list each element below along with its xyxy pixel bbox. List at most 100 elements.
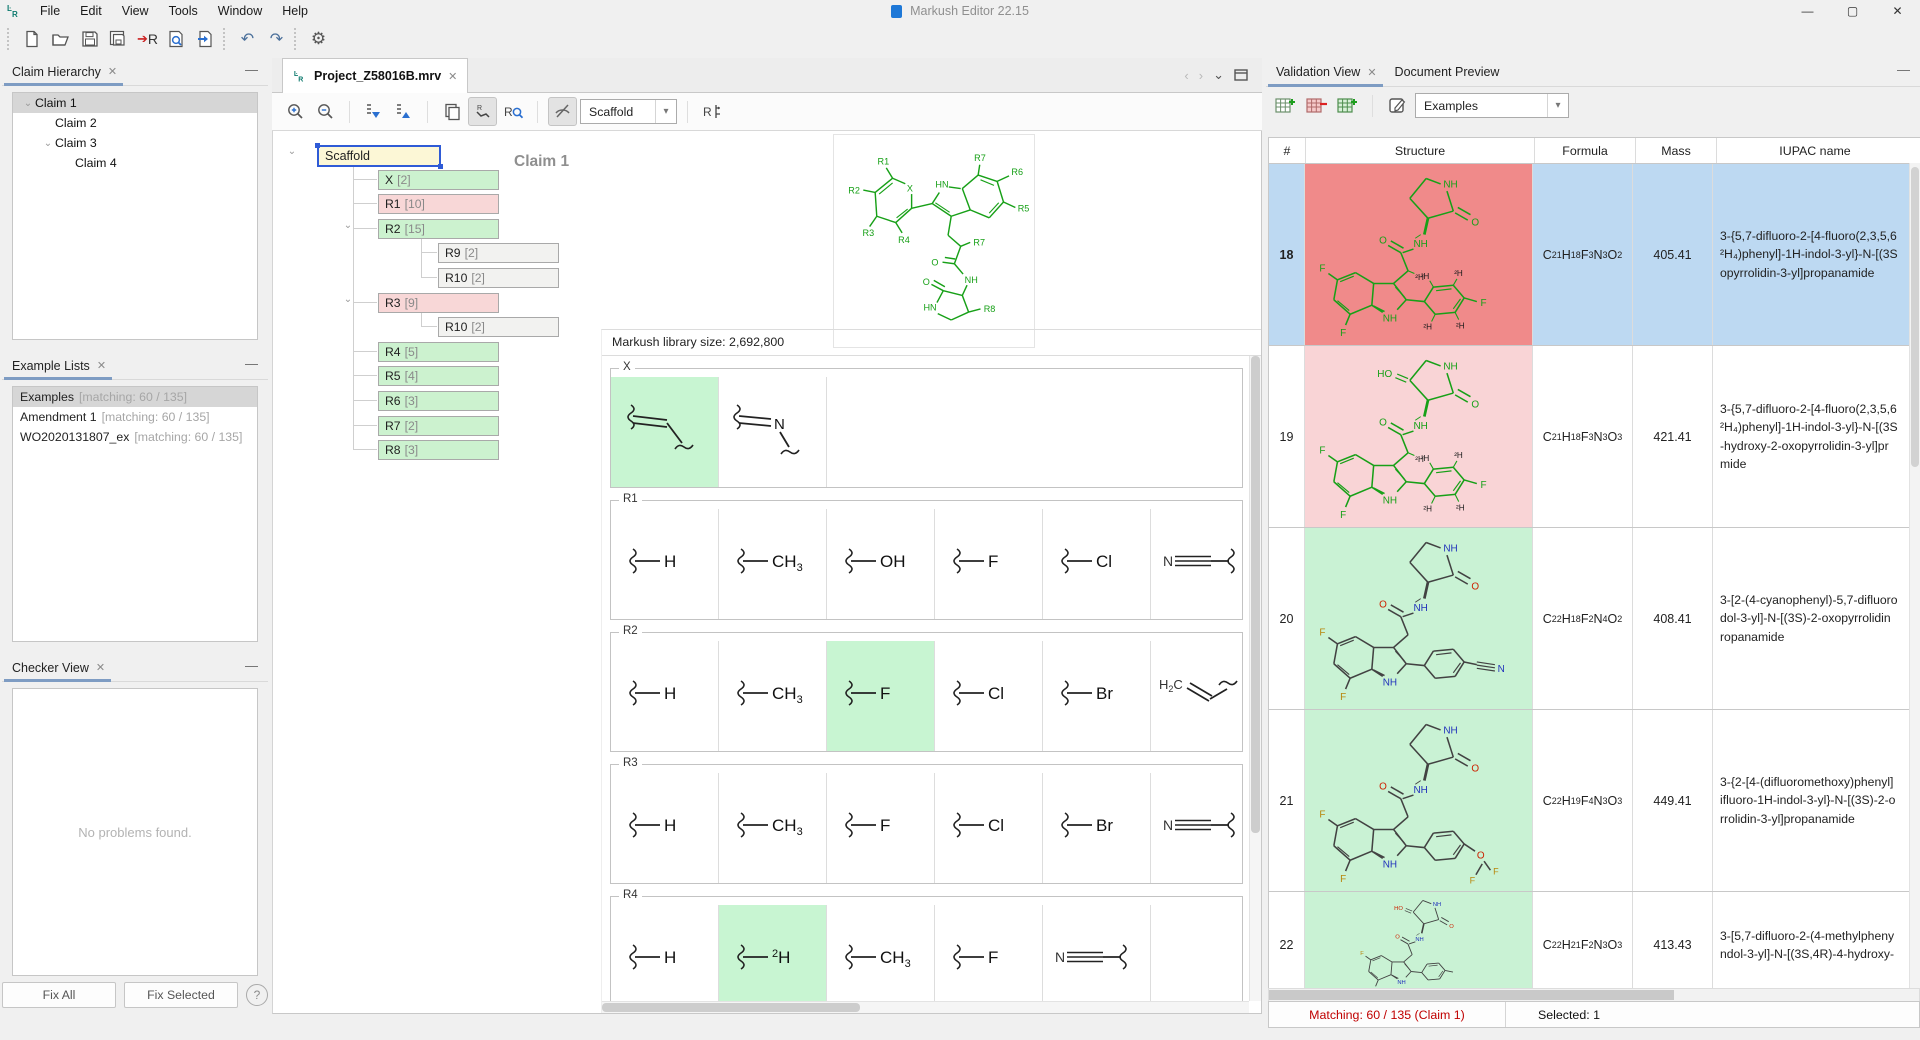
chevron-down-icon[interactable]: ⌄ [341,294,355,305]
help-button[interactable]: ? [246,984,268,1006]
close-icon[interactable]: ✕ [1367,66,1376,79]
rgroup-fragment[interactable]: N [719,377,827,487]
tree-node-r5[interactable]: R5[4] [378,366,499,386]
structure-thumbnail[interactable]: NHOHONHONHFF [1305,892,1533,990]
open-project-button[interactable] [47,26,74,53]
rgroup-fragment[interactable]: F [935,509,1043,619]
panel-minimize-icon[interactable]: — [245,356,258,371]
menu-tools[interactable]: Tools [159,4,208,18]
tab-panel-icon[interactable] [1234,68,1248,82]
collapse-all-button[interactable] [390,98,417,125]
tree-node-scaffold[interactable]: Scaffold [317,145,441,167]
menu-edit[interactable]: Edit [70,4,112,18]
chevron-down-icon[interactable]: ⌄ [285,146,299,157]
close-icon[interactable]: ✕ [108,65,117,78]
tree-node-r4[interactable]: R4[5] [378,342,499,362]
rgroup-fragment[interactable]: Br [1043,641,1151,751]
table-row[interactable]: 19NHOHONHONHFFF²H²H²H²H²HC21H18F3N3O3421… [1269,346,1920,528]
fix-all-button[interactable]: Fix All [2,982,116,1008]
close-icon[interactable]: ✕ [97,359,106,372]
structure-thumbnail[interactable]: NHONHONHFFN [1305,528,1533,709]
settings-gear-icon[interactable]: ⚙ [305,26,332,53]
edit-rgroup-tool-button[interactable]: R [468,97,497,126]
rgroup-fragment[interactable]: N [1151,509,1249,619]
rgroup-fragment[interactable]: Br [1043,773,1151,883]
tab-validation-view[interactable]: Validation View ✕ [1266,58,1385,86]
tree-node-r3[interactable]: R3[9] [378,293,499,313]
rgroup-fragment[interactable]: F [935,905,1043,1001]
scrollbar-thumb[interactable] [1911,167,1919,467]
tree-node-r9[interactable]: R9[2] [438,243,559,263]
scaffold-structure-canvas[interactable]: R1 R2 R3 R4 X HN R7 R6 R5 R7 O NH O HN [833,134,1035,348]
scaffold-selector-combo[interactable]: Scaffold ▾ [580,99,677,124]
chevron-down-icon[interactable]: ▾ [1547,94,1568,117]
import-rgroup-button[interactable]: ➔R [134,26,161,53]
tree-node-r2[interactable]: R2[15] [378,219,499,239]
rgroup-fragment[interactable]: F [827,773,935,883]
table-row[interactable]: 22NHOHONHONHFFC22H21F2N3O3413.433-[5,7-d… [1269,892,1920,990]
chevron-down-icon[interactable]: ⌄ [41,138,55,149]
structure-thumbnail[interactable]: NHOHONHONHFFF²H²H²H²H²H [1305,346,1533,527]
tab-claim-hierarchy[interactable]: Claim Hierarchy ✕ [2,58,125,85]
rgroup-fragment[interactable]: H [611,509,719,619]
col-header-formula[interactable]: Formula [1535,138,1636,163]
rgroup-fragment[interactable]: N [1043,905,1151,1001]
rgroup-fragment[interactable]: Cl [1043,509,1151,619]
new-document-button[interactable] [18,26,45,53]
table-row[interactable]: 20NHONHONHFFNC22H18F2N4O2408.413-[2-(4-c… [1269,528,1920,710]
chevron-down-icon[interactable]: ▾ [655,100,676,123]
tab-list-icon[interactable]: ⌄ [1213,67,1224,83]
panel-minimize-icon[interactable]: — [245,658,258,673]
rgroup-fragment[interactable]: OH [827,509,935,619]
example-list-item[interactable]: Amendment 1[matching: 60 / 135] [13,407,257,427]
export-document-button[interactable] [192,26,219,53]
save-button[interactable] [76,26,103,53]
rgroup-fragment[interactable]: Cl [935,773,1043,883]
scrollbar-thumb[interactable] [1251,356,1260,833]
rgroup-fragment[interactable]: CH3 [719,773,827,883]
save-all-button[interactable] [105,26,132,53]
claim-tree-item[interactable]: ⌄Claim 1 [13,93,257,113]
tree-node-r6[interactable]: R6[3] [378,391,499,411]
prev-tab-icon[interactable]: ‹ [1184,68,1188,83]
col-header-iupac[interactable]: IUPAC name [1717,138,1913,163]
add-structures-button[interactable] [1334,92,1361,119]
undo-button[interactable]: ↶ [234,26,261,53]
menu-window[interactable]: Window [208,4,272,18]
expand-all-button[interactable] [360,98,387,125]
rgroup-fragment[interactable]: CH3 [827,905,935,1001]
example-list-combo[interactable]: Examples ▾ [1415,93,1569,118]
panel-minimize-icon[interactable]: — [245,62,258,77]
next-tab-icon[interactable]: › [1199,68,1203,83]
panel-minimize-icon[interactable]: — [1897,62,1910,77]
rgroup-query-button[interactable]: R [500,98,527,125]
claim-tree-item[interactable]: Claim 4 [13,153,257,173]
rgroup-fragment[interactable]: H2C [1151,641,1249,751]
rgroup-fragment[interactable]: H [611,641,719,751]
rgroup-fragment[interactable]: CH3 [719,641,827,751]
maximize-button[interactable]: ▢ [1830,0,1875,22]
tree-node-r7[interactable]: R7[2] [378,416,499,436]
claim-tree-item[interactable]: Claim 2 [13,113,257,133]
table-row[interactable]: 21NHONHONHFFOFFC22H19F4N3O3449.413-{2-[4… [1269,710,1920,892]
chevron-down-icon[interactable]: ⌄ [21,98,35,109]
claim-tree-item[interactable]: ⌄Claim 3 [13,133,257,153]
zoom-in-button[interactable] [282,98,309,125]
menu-view[interactable]: View [112,4,159,18]
close-icon[interactable]: ✕ [96,661,105,674]
fix-selected-button[interactable]: Fix Selected [124,982,238,1008]
example-list-item[interactable]: Examples[matching: 60 / 135] [13,387,257,407]
edit-list-button[interactable] [1384,92,1411,119]
rlogic-button[interactable]: R [698,98,725,125]
tree-node-r8[interactable]: R8[3] [378,440,499,460]
rgroup-vertical-scrollbar[interactable] [1249,356,1261,1001]
tree-node-r1[interactable]: R1[10] [378,194,499,214]
tree-node-r10[interactable]: R10[2] [438,317,559,337]
menu-help[interactable]: Help [272,4,318,18]
close-button[interactable]: ✕ [1875,0,1920,22]
minimize-button[interactable]: — [1785,0,1830,22]
zoom-out-button[interactable] [312,98,339,125]
col-header-mass[interactable]: Mass [1636,138,1717,163]
remove-example-list-button[interactable] [1303,92,1330,119]
copy-structure-button[interactable] [438,98,465,125]
